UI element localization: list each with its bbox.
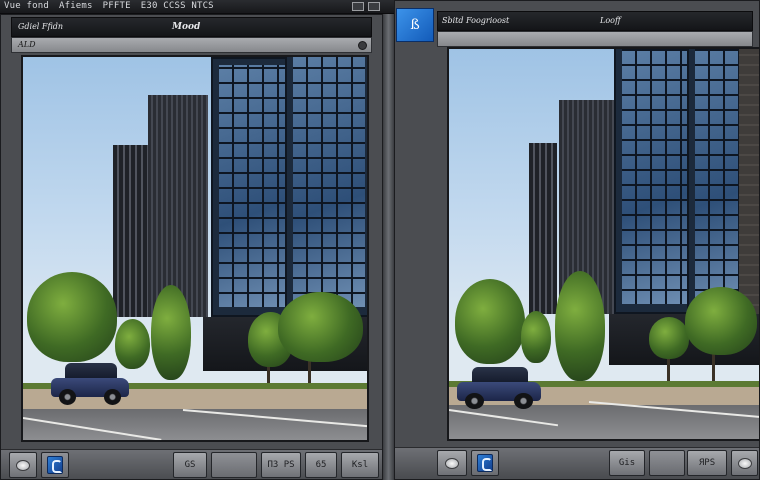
tree (455, 279, 525, 364)
left-image-viewport[interactable] (21, 55, 369, 442)
menu-items: Vue fond Afiems PFFTE E30 CCSS NTCS (4, 1, 214, 11)
toolbar-button-blank[interactable] (649, 450, 685, 476)
tree (115, 319, 150, 369)
right-image-viewport[interactable] (447, 47, 760, 441)
right-toolbar: Gis ЯPS (395, 447, 759, 477)
right-image-window: Sbitd Foogrioost Looff Gis ЯPS (394, 0, 760, 480)
menu-item-1[interactable]: Vue fond (4, 1, 49, 11)
toolbar-button-gs[interactable]: GS (173, 452, 207, 478)
left-toolbar: GS ПЗ PS 65 Кsl (1, 449, 382, 479)
tree (27, 272, 117, 362)
right-window-title-right: Looff (600, 16, 621, 25)
building (739, 49, 759, 315)
app-shortcut-icon (47, 456, 63, 474)
building (529, 142, 557, 315)
toolbar-button-65[interactable]: 65 (305, 452, 337, 478)
parked-car (457, 367, 541, 409)
menu-item-4[interactable]: E30 CCSS NTCS (141, 1, 214, 11)
left-shortcut-button[interactable] (41, 452, 69, 478)
toolbar-button-blank[interactable] (211, 452, 257, 478)
tab-close-icon[interactable] (358, 41, 367, 50)
tree (278, 292, 363, 362)
right-tab[interactable] (437, 31, 753, 47)
app-shortcut-icon (477, 454, 493, 472)
right-window-title-left: Sbitd Foogrioost (442, 16, 510, 25)
tree (151, 285, 191, 380)
left-window-subtitle: Gdiel Ffidn (18, 22, 64, 31)
left-image-window: Gdiel Ffidn Mood ALD GS ПЗ PS 65 Кsl (0, 14, 383, 480)
window-splitter[interactable] (383, 14, 394, 480)
right-round-button-2[interactable] (731, 450, 758, 476)
tree (649, 317, 689, 359)
round-button-icon (445, 457, 459, 469)
right-round-button[interactable] (437, 450, 467, 476)
building (148, 95, 208, 318)
toolbar-button-gis[interactable]: Gis (609, 450, 645, 476)
street-photo (449, 49, 759, 439)
toolbar-button-ksl[interactable]: Кsl (341, 452, 379, 478)
menu-item-2[interactable]: Afiems (59, 1, 93, 11)
left-round-button[interactable] (9, 452, 37, 478)
menu-item-3[interactable]: PFFTE (103, 1, 131, 11)
minimize-button[interactable] (352, 2, 364, 11)
left-window-title: Mood (172, 22, 201, 32)
parked-car (51, 363, 129, 405)
tree (685, 287, 757, 355)
road (449, 405, 759, 439)
glass-building (285, 57, 367, 318)
round-button-icon (16, 459, 30, 471)
toolbar-button-rps[interactable]: ЯPS (687, 450, 727, 476)
right-titlebar: Sbitd Foogrioost Looff (437, 11, 753, 31)
tree (521, 311, 551, 363)
right-shortcut-button[interactable] (471, 450, 499, 476)
left-tab[interactable]: ALD (11, 37, 372, 53)
tree (555, 271, 605, 381)
close-button[interactable] (368, 2, 380, 11)
left-titlebar: Gdiel Ffidn Mood (11, 17, 372, 37)
left-tab-label: ALD (18, 40, 36, 49)
street-photo (23, 57, 367, 440)
app-logo-icon[interactable]: ß (396, 8, 434, 42)
building (113, 145, 148, 318)
round-button-icon (737, 457, 752, 469)
toolbar-button-ps[interactable]: ПЗ PS (261, 452, 301, 478)
